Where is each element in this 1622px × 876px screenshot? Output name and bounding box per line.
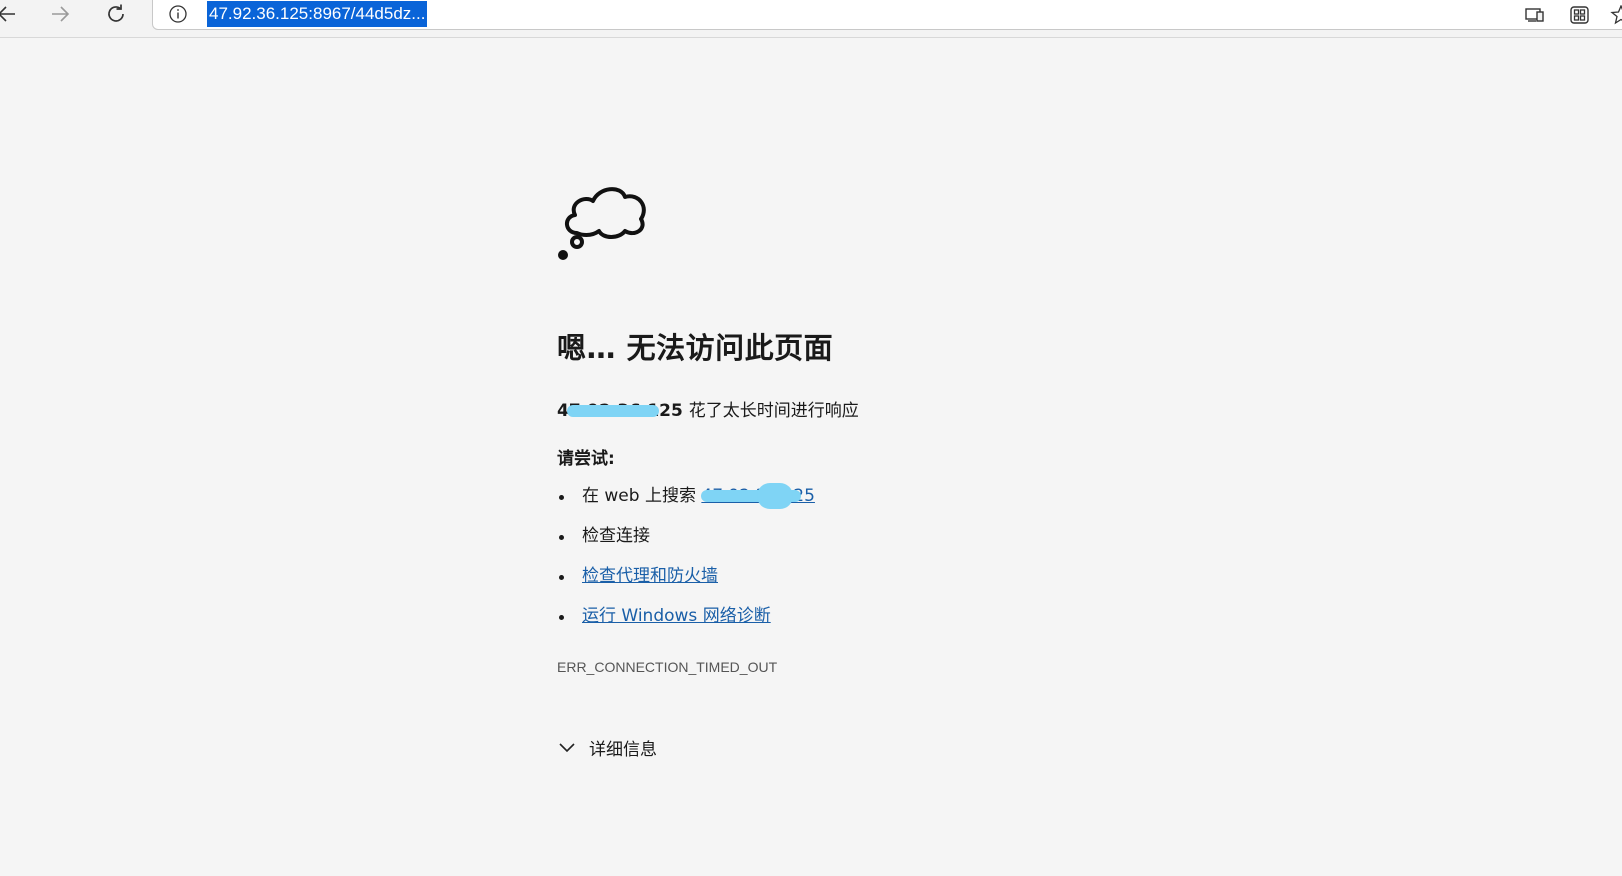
redaction-mark xyxy=(567,405,659,417)
error-code: ERR_CONNECTION_TIMED_OUT xyxy=(557,659,778,675)
info-icon[interactable] xyxy=(169,5,187,23)
back-button[interactable] xyxy=(0,0,24,28)
suggestion-check-connection: 检查连接 xyxy=(557,525,815,565)
check-connection-text: 检查连接 xyxy=(582,526,650,546)
suggestion-list: 在 web 上搜索 47.92.36.125 检查连接 检查代理和防火墙 运行 … xyxy=(557,483,815,645)
device-icon[interactable] xyxy=(1524,5,1546,25)
extensions-icon[interactable] xyxy=(1569,5,1591,25)
details-label[interactable]: 详细信息 xyxy=(589,735,657,760)
host-message: 47.92.36.125 花了太长时间进行响应 xyxy=(557,396,859,421)
refresh-icon xyxy=(108,4,124,22)
details-toggle[interactable]: 详细信息 xyxy=(559,735,657,760)
forward-button[interactable] xyxy=(43,0,77,28)
url-text[interactable]: 47.92.36.125:8967/44d5dz... xyxy=(207,1,428,27)
redaction-mark xyxy=(757,483,794,509)
search-prefix: 在 web 上搜索 xyxy=(582,486,702,506)
try-label: 请尝试: xyxy=(557,449,615,469)
search-link[interactable]: 47.92.36.125 xyxy=(701,483,815,509)
run-diagnostics-link[interactable]: 运行 Windows 网络诊断 xyxy=(582,606,771,626)
suggestion-check-proxy: 检查代理和防火墙 xyxy=(557,565,815,605)
favorite-star-icon[interactable] xyxy=(1610,5,1622,25)
check-proxy-link[interactable]: 检查代理和防火墙 xyxy=(582,566,718,586)
page-title: 嗯… 无法访问此页面 xyxy=(557,331,834,365)
timeout-message: 花了太长时间进行响应 xyxy=(688,401,859,421)
chevron-down-icon xyxy=(559,742,575,752)
host-name: 47.92.36.125 xyxy=(557,401,689,421)
suggestion-search: 在 web 上搜索 47.92.36.125 xyxy=(557,483,815,525)
forward-arrow-icon xyxy=(52,6,70,22)
refresh-button[interactable] xyxy=(99,0,133,28)
thought-cloud-icon xyxy=(558,187,646,260)
address-bar[interactable]: 47.92.36.125:8967/44d5dz... xyxy=(152,0,1622,30)
suggestion-run-diagnostics: 运行 Windows 网络诊断 xyxy=(557,605,815,645)
back-arrow-icon xyxy=(0,6,15,22)
browser-toolbar: 47.92.36.125:8967/44d5dz... xyxy=(0,0,1622,38)
